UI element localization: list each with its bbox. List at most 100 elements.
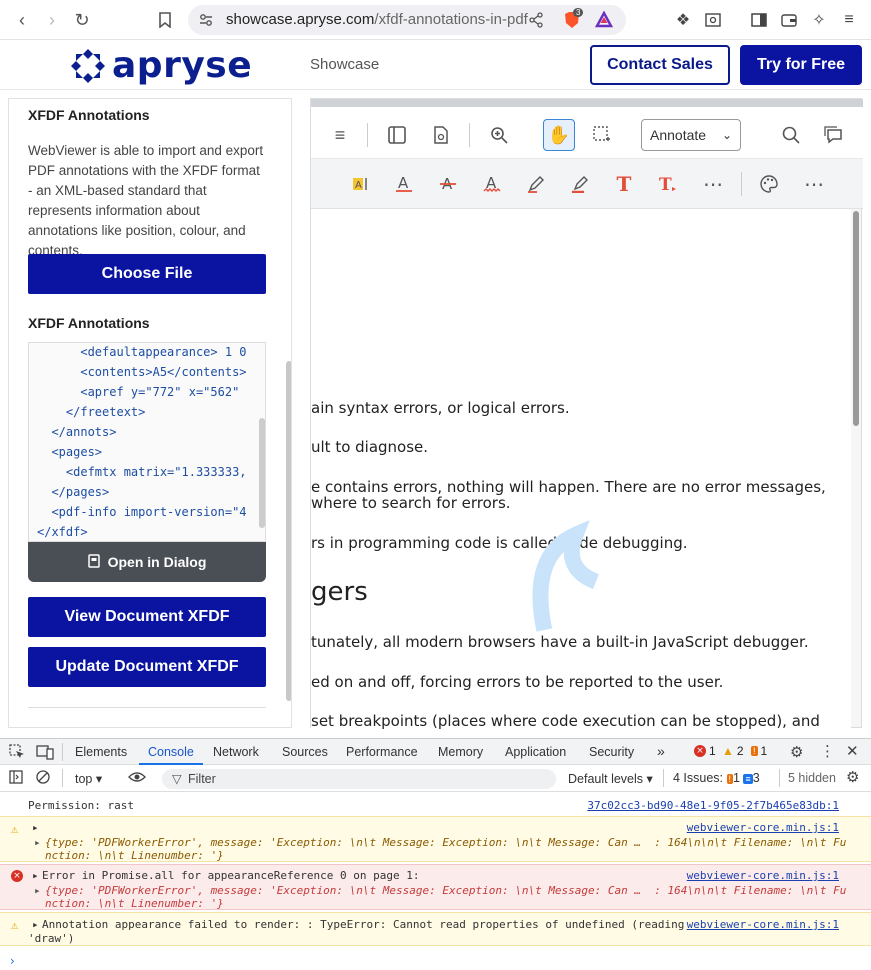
freehand-pen-icon[interactable] (522, 170, 550, 198)
brave-rewards-icon[interactable] (594, 10, 614, 34)
choose-file-button[interactable]: Choose File (28, 254, 266, 294)
message-source-link[interactable]: 37c02cc3-bd90-48e1-9f05-2f7b465e83db:1 (587, 799, 839, 812)
tab-application[interactable]: Application (505, 745, 566, 759)
highlight-area-icon[interactable]: A (346, 170, 374, 198)
customize-menu-icon[interactable]: ⋮ (820, 742, 835, 760)
console-input[interactable] (26, 952, 856, 968)
inspect-element-icon[interactable] (9, 744, 25, 765)
more-tools-icon[interactable]: ⋯ (699, 170, 727, 198)
show-sidebar-icon[interactable] (9, 770, 23, 789)
forward-icon[interactable]: › (40, 8, 64, 32)
clear-console-icon[interactable] (36, 770, 50, 789)
log-levels-label: Default levels (568, 772, 644, 786)
toolbar-group-label: Annotate (650, 127, 707, 143)
issues-warning-count: 1 (733, 771, 740, 785)
code-scrollbar[interactable] (259, 418, 265, 528)
wallet-icon[interactable] (778, 9, 800, 31)
tab-performance[interactable]: Performance (346, 745, 418, 759)
close-devtools-icon[interactable]: ✕ (846, 742, 859, 760)
expand-arrow-icon[interactable]: ▸ (34, 884, 41, 897)
contact-sales-button[interactable]: Contact Sales (590, 45, 730, 85)
issues-button[interactable]: 4 Issues: ! 1 ≡ 3 (673, 771, 760, 785)
callout-text-icon[interactable]: T (654, 170, 682, 198)
tab-network[interactable]: Network (213, 745, 259, 759)
apryse-logo[interactable]: apryse (70, 45, 252, 86)
warning-icon: ⚠ (11, 918, 19, 932)
sidebar-icon[interactable] (748, 9, 770, 31)
message-object: {type: 'PDFWorkerError', message: 'Excep… (45, 836, 847, 849)
comments-icon[interactable] (820, 121, 848, 149)
tab-sources[interactable]: Sources (282, 745, 328, 759)
menu-icon[interactable]: ≡ (838, 9, 860, 31)
page-heading: gers (311, 577, 368, 607)
document-page[interactable]: ain syntax errors, or logical errors. ul… (311, 209, 851, 729)
code-line: </pages> (37, 485, 110, 499)
more-tabs-icon[interactable]: » (657, 743, 665, 759)
reader-mode-icon[interactable] (702, 9, 724, 31)
open-in-dialog-button[interactable]: Open in Dialog (28, 542, 266, 582)
tab-console[interactable]: Console (148, 745, 194, 759)
address-bar[interactable]: showcase.apryse.com/xfdf-annotations-in-… (188, 5, 626, 35)
message-source-link[interactable]: webviewer-core.min.js:1 (687, 821, 839, 834)
underline-text-icon[interactable]: A (390, 170, 418, 198)
try-for-free-button[interactable]: Try for Free (740, 45, 862, 85)
menu-icon[interactable]: ≡ (326, 121, 354, 149)
dropdown-arrow-icon: ▾ (646, 772, 653, 786)
annotation-tools-toolbar: A A A A T T ⋯ ⋯ (311, 159, 863, 209)
site-settings-icon[interactable] (198, 12, 214, 33)
back-icon[interactable]: ‹ (10, 8, 34, 32)
expand-arrow-icon[interactable]: ▸ (32, 821, 39, 834)
devtools-tabbar: Elements Console Network Sources Perform… (0, 738, 871, 766)
extensions-icon[interactable]: ❖ (672, 9, 694, 31)
panel-scrollbar[interactable] (286, 361, 291, 701)
settings-gear-icon[interactable]: ⚙ (790, 743, 803, 761)
browser-toolbar: ‹ › ↻ showcase.apryse.com/xfdf-annotatio… (0, 0, 871, 40)
nav-showcase[interactable]: Showcase (310, 56, 379, 73)
console-prompt-icon[interactable]: › (10, 954, 15, 968)
tab-security[interactable]: Security (589, 745, 634, 759)
reload-icon[interactable]: ↻ (70, 8, 94, 32)
code-line: <defaultappearance> 1 0 (37, 345, 247, 359)
free-text-icon[interactable]: T (610, 170, 638, 198)
error-counter[interactable]: × 1 (694, 744, 716, 758)
strikeout-text-icon[interactable]: A (434, 170, 462, 198)
left-panel-icon[interactable] (383, 121, 411, 149)
toolbar-group-select[interactable]: Annotate ⌄ (641, 119, 741, 151)
filter-placeholder: Filter (188, 772, 216, 786)
zoom-in-icon[interactable] (485, 121, 513, 149)
more-options-icon[interactable]: ⋯ (800, 170, 828, 198)
squiggly-text-icon[interactable]: A (478, 170, 506, 198)
expand-arrow-icon[interactable]: ▸ (32, 869, 39, 882)
xfdf-code-viewer[interactable]: <defaultappearance> 1 0 <contents>A5</co… (28, 342, 266, 542)
expand-arrow-icon[interactable]: ▸ (32, 918, 39, 931)
share-icon[interactable] (528, 12, 544, 33)
style-palette-icon[interactable] (755, 170, 783, 198)
marquee-select-icon[interactable] (588, 121, 616, 149)
view-controls-icon[interactable] (427, 121, 455, 149)
expand-arrow-icon[interactable]: ▸ (34, 836, 41, 849)
webviewer: ≡ ✋ Annotate ⌄ A A A A T T ⋯ ⋯ ain synta… (310, 98, 863, 729)
pan-tool-icon[interactable]: ✋ (543, 119, 575, 151)
viewer-header-toolbar: ≡ ✋ Annotate ⌄ (311, 107, 863, 159)
console-settings-icon[interactable]: ⚙ (846, 768, 859, 786)
update-document-xfdf-button[interactable]: Update Document XFDF (28, 647, 266, 687)
freehand-highlight-icon[interactable] (566, 170, 594, 198)
leo-ai-icon[interactable]: ✧ (808, 9, 830, 31)
message-source-link[interactable]: webviewer-core.min.js:1 (687, 918, 839, 931)
bookmark-icon[interactable] (153, 8, 177, 32)
console-filter-input[interactable]: ▽ Filter (162, 769, 556, 789)
tab-elements[interactable]: Elements (75, 745, 127, 759)
view-document-xfdf-button[interactable]: View Document XFDF (28, 597, 266, 637)
live-expression-eye-icon[interactable] (128, 770, 146, 789)
tab-memory[interactable]: Memory (438, 745, 483, 759)
document-scrollbar[interactable] (853, 211, 859, 426)
message-source-link[interactable]: webviewer-core.min.js:1 (687, 869, 839, 882)
code-line: <defmtx matrix="1.333333, (37, 465, 247, 479)
info-counter[interactable]: ! 1 (751, 744, 767, 758)
brave-shields-icon[interactable]: 3 (562, 8, 584, 35)
log-levels-dropdown[interactable]: Default levels ▾ (568, 771, 653, 786)
device-toolbar-icon[interactable] (36, 744, 54, 765)
context-selector[interactable]: top ▾ (75, 771, 102, 786)
warning-counter[interactable]: ▲ 2 (722, 744, 744, 758)
search-icon[interactable] (777, 121, 805, 149)
